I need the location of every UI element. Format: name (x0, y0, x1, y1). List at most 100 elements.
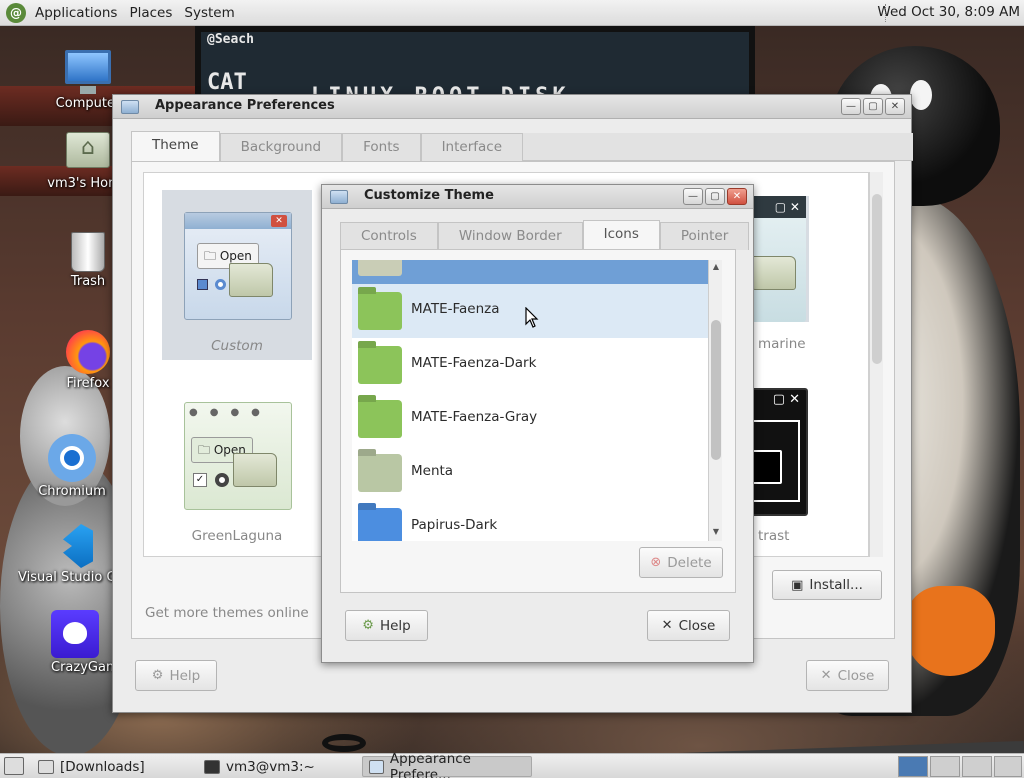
tab-background[interactable]: Background (219, 133, 343, 161)
home-folder-icon (66, 132, 110, 168)
tabbar-filler (523, 133, 914, 161)
trash-icon (71, 232, 105, 272)
delete-icon: ⊗ (650, 555, 662, 570)
menu-places[interactable]: Places (126, 5, 175, 21)
scroll-up-arrow-icon[interactable]: ▲ (709, 262, 723, 274)
list-item[interactable]: MATE-Faenza-Gray (352, 392, 708, 446)
appearance-app-icon (121, 100, 139, 114)
help-button[interactable]: ⚙ Help (345, 610, 428, 641)
list-item[interactable]: Papirus-Dark (352, 500, 708, 541)
scroll-down-arrow-icon[interactable]: ▼ (709, 527, 723, 539)
desktop-icon-crazygames[interactable]: CrazyGames (38, 610, 112, 675)
bottom-panel: [Downloads] vm3@vm3:~ Appearance Prefere… (0, 751, 1024, 778)
dialog-app-icon (330, 190, 348, 204)
close-button[interactable]: ✕ Close (806, 660, 889, 691)
scrollbar-thumb[interactable] (872, 194, 882, 364)
radio-icon (215, 279, 226, 290)
delete-button[interactable]: ⊗ Delete (639, 547, 723, 578)
close-icon: ✕ (661, 618, 673, 633)
close-window-button[interactable]: ✕ (885, 98, 905, 115)
penguin-foot (905, 586, 995, 676)
folder-icon (233, 453, 277, 487)
task-terminal[interactable]: vm3@vm3:~ (198, 756, 321, 777)
scrollbar-thumb[interactable] (711, 320, 721, 460)
top-panel: @ Applications Places System Wed Oct 30,… (0, 0, 1024, 26)
folder-icon (358, 400, 402, 438)
workspace-4[interactable] (994, 756, 1022, 777)
clock[interactable]: Wed Oct 30, 8:09 AM (877, 4, 1020, 20)
terminal-icon (204, 759, 220, 774)
window-title: Appearance Preferences (155, 98, 335, 113)
list-item-label: MATE-Faenza-Gray (411, 409, 538, 425)
list-item[interactable]: Menta (352, 446, 708, 500)
desktop-icon-label: Chromium (38, 484, 106, 499)
help-icon: ⚙ (151, 668, 164, 683)
workspace-3[interactable] (962, 756, 992, 777)
tab-controls[interactable]: Controls (340, 222, 438, 250)
show-desktop-icon[interactable] (4, 757, 24, 775)
task-appearance[interactable]: Appearance Prefere... (362, 751, 532, 778)
folder-icon (358, 508, 402, 541)
list-item-label: Papirus-Dark (411, 517, 498, 533)
penguin-eye (910, 80, 932, 110)
folder-icon (38, 759, 54, 774)
folder-icon (752, 450, 782, 484)
tab-fonts[interactable]: Fonts (342, 133, 421, 161)
task-downloads[interactable]: [Downloads] (32, 756, 151, 777)
folder-icon (229, 263, 273, 297)
close-label: Close (837, 667, 875, 684)
theme-preview: ✕ 🗀 Open (184, 212, 292, 320)
wallpaper-text: CAT (207, 70, 247, 95)
get-more-themes-link[interactable]: Get more themes online (145, 605, 309, 621)
wallpaper-text: @Seach (207, 32, 254, 47)
list-item-label: MATE-Faenza-Dark (411, 355, 537, 371)
list-item[interactable] (352, 260, 708, 284)
close-button[interactable]: ✕ Close (647, 610, 730, 641)
appearance-app-icon (369, 759, 384, 774)
mouse-pointer-icon (525, 307, 539, 328)
window-titlebar[interactable]: Appearance Preferences — ▢ ✕ (113, 95, 911, 119)
tab-interface[interactable]: Interface (420, 133, 524, 161)
folder-icon (358, 260, 402, 276)
crazygames-icon (51, 610, 99, 658)
minimize-button[interactable]: — (841, 98, 861, 115)
menu-applications[interactable]: Applications (32, 5, 120, 21)
customize-tabbar: Controls Window Border Icons Pointer (340, 220, 750, 250)
tab-pointer[interactable]: Pointer (659, 222, 750, 250)
icon-theme-list[interactable]: MATE-Faenza MATE-Faenza-Dark MATE-Faenza… (352, 260, 708, 541)
menu-system[interactable]: System (181, 5, 237, 21)
theme-tile-greenlaguna[interactable]: ●●●● 🗀 Open ✓ GreenLaguna (162, 382, 312, 552)
checkbox-icon (197, 279, 208, 290)
close-window-button[interactable]: ✕ (727, 188, 747, 205)
help-icon: ⚙ (362, 618, 374, 633)
folder-icon (752, 256, 796, 290)
list-item-label: MATE-Faenza (411, 301, 500, 317)
task-label: [Downloads] (60, 758, 145, 775)
theme-preview: ●●●● 🗀 Open ✓ (184, 402, 292, 510)
maximize-button[interactable]: ▢ (705, 188, 725, 205)
theme-name: GreenLaguna (191, 528, 283, 544)
desk-ring (322, 734, 366, 752)
tab-window-border[interactable]: Window Border (437, 222, 583, 250)
folder-icon (358, 292, 402, 330)
desk-pencil (619, 740, 1024, 753)
tab-theme[interactable]: Theme (131, 131, 220, 161)
list-item[interactable]: MATE-Faenza-Dark (352, 338, 708, 392)
dialog-titlebar[interactable]: Customize Theme — ▢ ✕ (322, 185, 753, 209)
minimize-button[interactable]: — (683, 188, 703, 205)
tab-icons[interactable]: Icons (582, 220, 660, 250)
desktop-icon-chromium[interactable]: Chromium (22, 434, 122, 499)
icon-list-scrollbar[interactable]: ▲ ▼ (708, 260, 722, 541)
maximize-button[interactable]: ▢ (863, 98, 883, 115)
workspace-1[interactable] (898, 756, 928, 777)
close-icon: ✕ (820, 668, 832, 683)
mate-logo-icon[interactable]: @ (6, 2, 26, 23)
theme-grid-scrollbar[interactable] (869, 172, 883, 557)
help-button[interactable]: ⚙ Help (135, 660, 217, 691)
vscode-icon (51, 524, 95, 568)
theme-tile-custom[interactable]: ✕ 🗀 Open Custom (162, 190, 312, 360)
chromium-icon (48, 434, 96, 482)
install-button[interactable]: ▣ Install... (772, 570, 882, 600)
workspace-2[interactable] (930, 756, 960, 777)
preview-close-icon: ▢ ✕ (772, 392, 800, 407)
